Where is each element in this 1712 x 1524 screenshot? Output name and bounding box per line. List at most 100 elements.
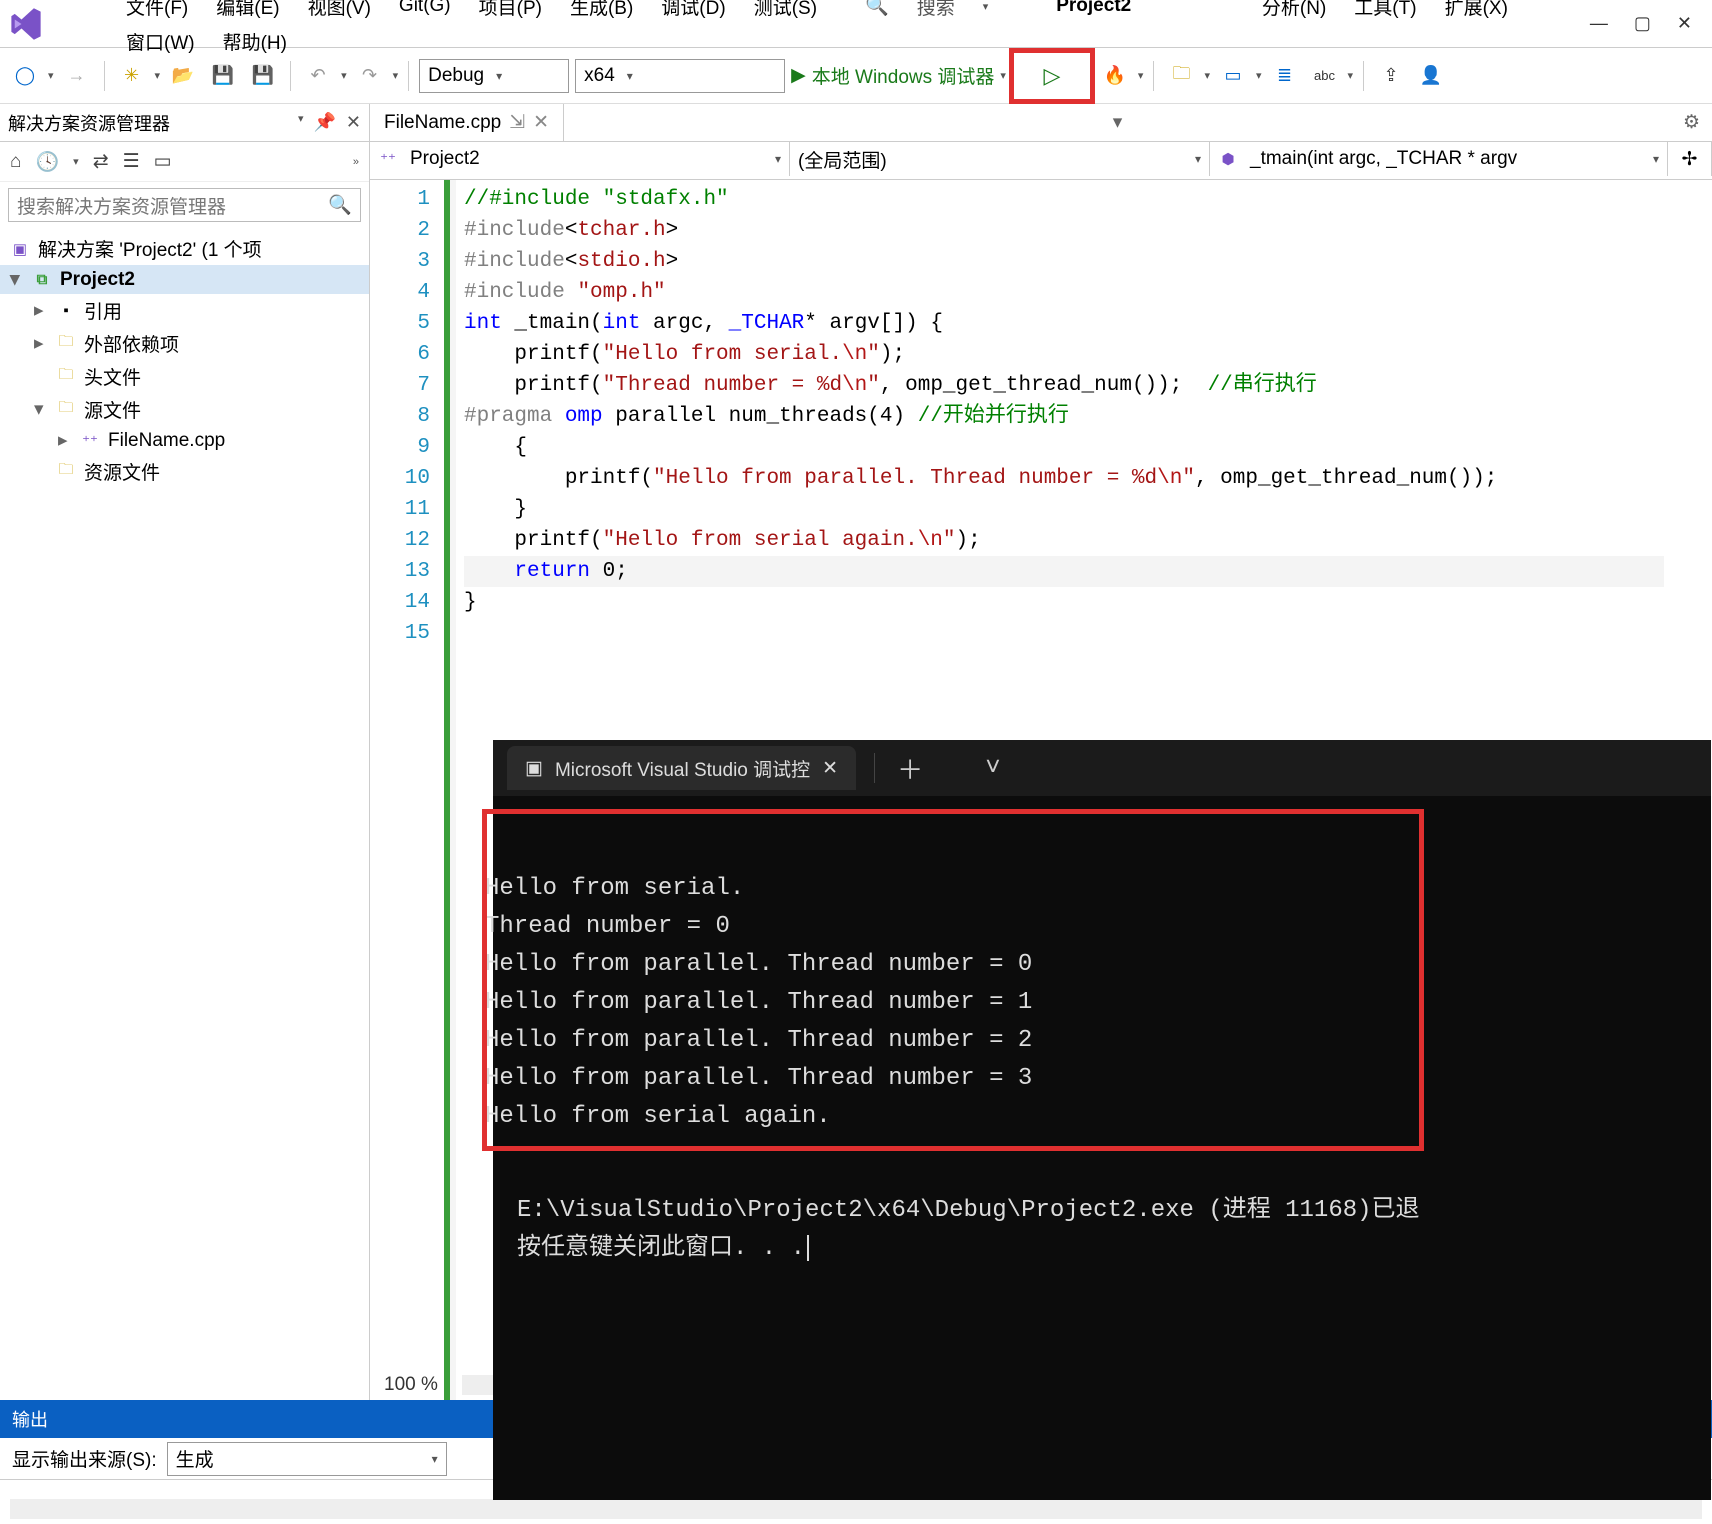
console-tab-label: Microsoft Visual Studio 调试控 bbox=[555, 755, 810, 782]
nav-split-button[interactable]: ✢ bbox=[1668, 142, 1712, 176]
console-new-tab-button[interactable]: ＋ bbox=[874, 753, 945, 783]
se-hscroll[interactable] bbox=[10, 1499, 1702, 1519]
console-line: Hello from parallel. Thread number = 3 bbox=[485, 1065, 1032, 1092]
menu-view[interactable]: 视图(V) bbox=[294, 0, 385, 24]
menu-help[interactable]: 帮助(H) bbox=[209, 24, 301, 59]
menu-git[interactable]: Git(G) bbox=[385, 0, 465, 21]
debug-console-window[interactable]: ▣ Microsoft Visual Studio 调试控 ✕ ＋ ˅ Hell… bbox=[493, 740, 1711, 1500]
console-line: Hello from parallel. Thread number = 1 bbox=[485, 989, 1032, 1016]
project-node[interactable]: ⧉ Project2 bbox=[0, 265, 369, 294]
layout-button[interactable]: ▭ bbox=[1216, 59, 1250, 93]
solution-explorer-panel: 解决方案资源管理器 ▾ 📌 ✕ ⌂ 🕓▾ ⇄ ☰ ▭ » 搜索解决方案资源管理器… bbox=[0, 104, 370, 1400]
new-project-button[interactable]: ✳ bbox=[115, 59, 149, 93]
search-label[interactable]: 搜索 bbox=[903, 0, 969, 24]
search-dropdown-icon[interactable]: ▾ bbox=[969, 0, 1003, 17]
config-dropdown[interactable]: Debug▾ bbox=[419, 59, 569, 93]
redo-button[interactable]: ↷ bbox=[353, 59, 387, 93]
solution-node[interactable]: ▣解决方案 'Project2' (1 个项 bbox=[0, 232, 369, 265]
zoom-level[interactable]: 100 % bbox=[370, 1374, 452, 1396]
console-exit-line: E:\VisualStudio\Project2\x64\Debug\Proje… bbox=[517, 1197, 1420, 1224]
panel-close-icon[interactable]: ✕ bbox=[346, 112, 361, 133]
main-menu: 文件(F) 编辑(E) 视图(V) Git(G) 项目(P) 生成(B) 调试(… bbox=[52, 0, 1582, 63]
resources-node[interactable]: 🗀资源文件 bbox=[0, 455, 369, 488]
menu-window[interactable]: 窗口(W) bbox=[112, 24, 209, 59]
project-icon: ⁺⁺ bbox=[378, 149, 398, 169]
title-bar: 文件(F) 编辑(E) 视图(V) Git(G) 项目(P) 生成(B) 调试(… bbox=[0, 0, 1712, 48]
console-titlebar[interactable]: ▣ Microsoft Visual Studio 调试控 ✕ ＋ ˅ bbox=[493, 740, 1711, 796]
references-label: 引用 bbox=[84, 297, 122, 324]
se-refresh-icon[interactable]: 🕓 bbox=[35, 150, 59, 174]
file-node[interactable]: ⁺⁺FileName.cpp bbox=[0, 426, 369, 455]
share-button[interactable]: ⇪ bbox=[1374, 59, 1408, 93]
project-icon: ⧉ bbox=[32, 270, 52, 290]
window-maximize-icon[interactable]: ▢ bbox=[1634, 13, 1651, 34]
live-share-button[interactable]: 👤 bbox=[1414, 59, 1448, 93]
window-close-icon[interactable]: ✕ bbox=[1677, 13, 1692, 34]
menu-edit[interactable]: 编辑(E) bbox=[202, 0, 293, 24]
function-icon: ⬢ bbox=[1218, 149, 1238, 169]
menu-test[interactable]: 测试(S) bbox=[740, 0, 831, 24]
nav-scope-dropdown[interactable]: (全局范围)▾ bbox=[790, 142, 1210, 176]
headers-node[interactable]: 🗀头文件 bbox=[0, 360, 369, 393]
console-line: Hello from serial. bbox=[485, 875, 744, 902]
abc-button[interactable]: abc bbox=[1308, 59, 1342, 93]
open-folder-button[interactable]: 🗀 bbox=[1164, 59, 1198, 93]
console-line: Hello from parallel. Thread number = 0 bbox=[485, 951, 1032, 978]
open-button[interactable]: 📂 bbox=[166, 59, 200, 93]
menu-build[interactable]: 生成(B) bbox=[556, 0, 647, 24]
console-tab-close-icon[interactable]: ✕ bbox=[822, 757, 838, 780]
output-source-value: 生成 bbox=[176, 1445, 214, 1472]
sources-node[interactable]: 🗀源文件 bbox=[0, 393, 369, 426]
tab-close-icon[interactable]: ✕ bbox=[533, 111, 549, 134]
se-showall-icon[interactable]: ▭ bbox=[154, 150, 172, 173]
console-output[interactable]: Hello from serial. Thread number = 0 Hel… bbox=[493, 796, 1711, 1268]
output-source-dropdown[interactable]: 生成▾ bbox=[167, 1442, 447, 1476]
se-collapse-icon[interactable]: ☰ bbox=[123, 150, 140, 173]
save-all-button[interactable]: 💾 bbox=[246, 59, 280, 93]
nav-project-dropdown[interactable]: ⁺⁺Project2▾ bbox=[370, 142, 790, 176]
nav-function-dropdown[interactable]: ⬢_tmain(int argc, _TCHAR * argv▾ bbox=[1210, 142, 1668, 176]
tab-pin-icon[interactable]: ⇲ bbox=[509, 111, 525, 134]
console-tab[interactable]: ▣ Microsoft Visual Studio 调试控 ✕ bbox=[507, 746, 856, 790]
search-icon[interactable]: 🔍 bbox=[851, 0, 903, 22]
panel-pin-icon[interactable]: 📌 bbox=[313, 112, 335, 133]
start-debugging-button[interactable]: ▶ 本地 Windows 调试器 ▾ bbox=[791, 62, 1006, 89]
nav-back-button[interactable]: ◯ bbox=[8, 59, 42, 93]
terminal-icon: ▣ bbox=[525, 757, 543, 780]
document-tab-label: FileName.cpp bbox=[384, 112, 501, 134]
se-home-icon[interactable]: ⌂ bbox=[10, 151, 21, 173]
menu-file[interactable]: 文件(F) bbox=[112, 0, 202, 24]
editor-settings-icon[interactable]: ⚙ bbox=[1671, 111, 1712, 134]
external-deps-node[interactable]: 🗀外部依赖项 bbox=[0, 327, 369, 360]
solution-explorer-search[interactable]: 搜索解决方案资源管理器 🔍 bbox=[8, 188, 361, 222]
platform-dropdown[interactable]: x64▾ bbox=[575, 59, 785, 93]
console-prompt-line: 按任意键关闭此窗口. . . bbox=[517, 1235, 805, 1262]
line-gutter: 123456789101112131415 bbox=[370, 180, 450, 1400]
hot-reload-button[interactable]: 🔥 bbox=[1098, 59, 1132, 93]
menu-project[interactable]: 项目(P) bbox=[465, 0, 556, 24]
start-without-debugging-button[interactable]: ▷ bbox=[1012, 51, 1092, 101]
window-minimize-icon[interactable]: — bbox=[1590, 13, 1608, 34]
console-tab-dropdown-icon[interactable]: ˅ bbox=[963, 753, 1023, 783]
config-value: Debug bbox=[428, 65, 484, 87]
undo-button[interactable]: ↶ bbox=[301, 59, 335, 93]
nav-scope-label: (全局范围) bbox=[798, 146, 887, 173]
menu-debug[interactable]: 调试(D) bbox=[647, 0, 739, 24]
references-node[interactable]: ▪引用 bbox=[0, 294, 369, 327]
document-tab[interactable]: FileName.cpp ⇲ ✕ bbox=[370, 104, 564, 141]
solution-label: 解决方案 'Project2' (1 个项 bbox=[38, 235, 262, 262]
save-button[interactable]: 💾 bbox=[206, 59, 240, 93]
tab-dropdown-icon[interactable]: ▾ bbox=[1101, 111, 1135, 134]
folder-icon: 🗀 bbox=[56, 334, 76, 354]
menu-analyze[interactable]: 分析(N) bbox=[1248, 0, 1340, 24]
indent-button[interactable]: ≣ bbox=[1268, 59, 1302, 93]
nav-fwd-button[interactable]: → bbox=[60, 59, 94, 93]
panel-options-icon[interactable]: ▾ bbox=[298, 112, 304, 133]
menu-tools[interactable]: 工具(T) bbox=[1340, 0, 1430, 24]
output-source-label: 显示输出来源(S): bbox=[12, 1445, 157, 1472]
nav-function-label: _tmain(int argc, _TCHAR * argv bbox=[1250, 148, 1517, 170]
se-sync-icon[interactable]: ⇄ bbox=[93, 150, 109, 173]
search-icon: 🔍 bbox=[328, 193, 352, 217]
menu-ext[interactable]: 扩展(X) bbox=[1431, 0, 1522, 24]
project-label: Project2 bbox=[60, 269, 135, 291]
